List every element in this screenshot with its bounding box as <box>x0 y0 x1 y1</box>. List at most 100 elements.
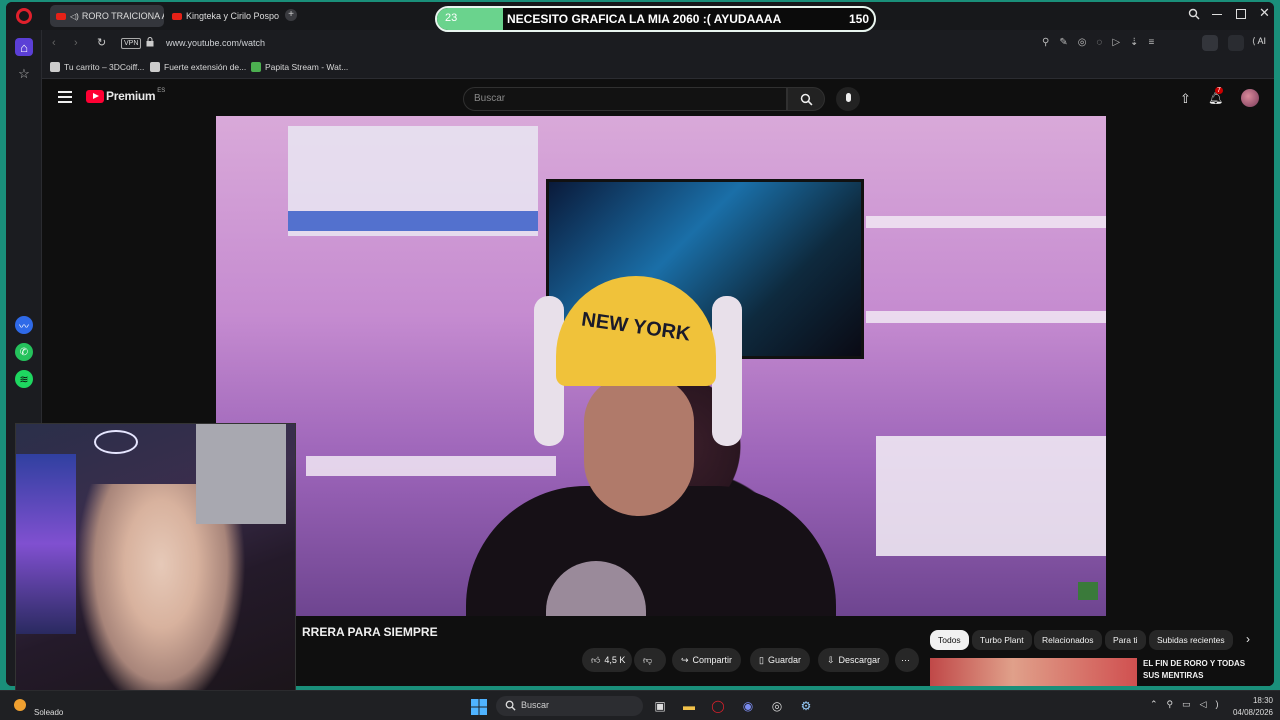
youtube-favicon-icon <box>56 12 66 20</box>
download-icon: ⇩ <box>827 654 835 665</box>
youtube-favicon-icon <box>172 12 182 20</box>
extensions-icon[interactable] <box>1228 35 1244 51</box>
video-scene-headphone <box>712 296 742 446</box>
thumbs-down-icon: 👎︎ <box>643 654 653 665</box>
chip-turbo-plant[interactable]: Turbo Plant <box>972 630 1032 650</box>
dislike-button[interactable]: 👎︎ <box>634 648 666 672</box>
bookmark-favicon-icon <box>150 62 160 72</box>
speaker-icon: ◁) <box>70 11 79 21</box>
video-player[interactable]: NEW YORK <box>216 116 1106 616</box>
goal-left-count: 23 <box>445 12 458 24</box>
clock-time[interactable]: 18:30 <box>1233 696 1273 705</box>
download-button[interactable]: ⇩ Descargar <box>818 648 890 672</box>
tab-kingteka[interactable]: Kingteka y Cirilo Pospo <box>166 5 284 27</box>
video-scene-cabinet <box>876 436 1106 556</box>
obs-icon[interactable]: ◎ <box>768 697 786 715</box>
bookmark-favicon-icon <box>50 62 60 72</box>
lock-icon <box>146 37 154 47</box>
clock-date[interactable]: 04/08/2026 <box>1225 708 1273 717</box>
chevron-right-icon[interactable]: › <box>1246 632 1250 646</box>
file-explorer-icon[interactable]: ▬ <box>680 697 698 715</box>
messenger-icon[interactable]: 〰 <box>15 316 33 334</box>
bookmark-item[interactable]: Fuerte extensión de... <box>150 62 246 72</box>
discord-icon[interactable]: ◉ <box>739 697 757 715</box>
spotify-icon[interactable]: ≋ <box>15 370 33 388</box>
taskbar-search-icon <box>505 700 517 712</box>
avatar[interactable] <box>1241 89 1259 107</box>
video-scene-shelf <box>306 456 556 476</box>
webcam-scene-flag <box>196 424 286 524</box>
youtube-header: Premium ES Buscar ⇧ 🔔︎ 7 <box>42 79 1274 119</box>
reload-icon[interactable]: ↻ <box>97 36 106 49</box>
tab-label: RORO TRAICIONA A P <box>81 11 164 21</box>
system-tray-icons[interactable]: ⌃⚲▭◁) <box>1150 699 1228 710</box>
more-icon: ⋯ <box>901 654 910 665</box>
goal-message: NECESITO GRAFICA LA MIA 2060 :( AYUDAAAA <box>507 12 782 26</box>
star-icon[interactable]: ☆ <box>15 65 33 83</box>
recommended-thumbnail[interactable] <box>930 658 1137 686</box>
video-title: RRERA PARA SIEMPRE <box>302 625 438 639</box>
recommended-title[interactable]: EL FIN DE RORO Y TODAS SUS MENTIRAS <box>1143 658 1263 682</box>
weather-icon[interactable] <box>14 699 26 711</box>
menu-icon[interactable] <box>58 91 72 103</box>
microphone-icon <box>846 93 851 102</box>
bookmark-icon: ▯ <box>759 654 764 665</box>
youtube-logo[interactable]: Premium ES <box>86 88 165 103</box>
close-icon[interactable]: ✕ <box>1259 5 1270 21</box>
tab-roro[interactable]: ◁) RORO TRAICIONA A P <box>50 5 164 27</box>
like-button[interactable]: 👍︎ 4,5 K <box>582 648 632 672</box>
search-icon <box>800 93 813 106</box>
minimize-icon[interactable] <box>1212 14 1222 15</box>
address-bar: ‹ › ↻ VPN www.youtube.com/watch ⚲✎◎◌▷⇣≡ … <box>42 30 1274 57</box>
maximize-icon[interactable] <box>1236 9 1246 19</box>
opera-logo-icon[interactable] <box>16 8 32 24</box>
weather-label[interactable]: Soleado <box>34 708 63 717</box>
youtube-play-icon <box>86 89 104 103</box>
task-view-icon[interactable]: ▣ <box>651 697 669 715</box>
stream-goal-overlay: 23 NECESITO GRAFICA LA MIA 2060 :( AYUDA… <box>435 6 876 32</box>
save-button[interactable]: ▯ Guardar <box>750 648 810 672</box>
channel-watermark-icon[interactable] <box>1078 582 1098 600</box>
browser-search-icon[interactable] <box>1188 8 1202 22</box>
bookmark-item[interactable]: Tu carrito – 3DCoiff... <box>50 62 144 72</box>
tab-label: Kingteka y Cirilo Pospo <box>186 11 280 21</box>
notification-count: 7 <box>1215 87 1223 94</box>
video-scene-banner <box>288 211 538 231</box>
windows-taskbar: Soleado Buscar ▣ ▬ ◯ ◉ ◎ ⚙ ⌃⚲▭◁) 18:30 0… <box>0 690 1280 720</box>
webcam-neon-planet-icon <box>94 430 138 454</box>
more-actions-button[interactable]: ⋯ <box>895 648 919 672</box>
video-scene-face <box>584 376 694 516</box>
chip-all[interactable]: Todos <box>930 630 969 650</box>
webcam-scene-shelf <box>16 454 76 634</box>
bookmark-item[interactable]: Papita Stream - Wat... <box>251 62 348 72</box>
upload-icon[interactable]: ⇧ <box>1180 91 1191 107</box>
taskbar-search-input[interactable]: Buscar <box>496 696 643 716</box>
search-input[interactable]: Buscar <box>463 87 787 111</box>
thumbs-up-icon: 👍︎ <box>591 654 601 665</box>
windows-start-icon[interactable] <box>471 699 487 715</box>
opera-taskbar-icon[interactable]: ◯ <box>709 697 727 715</box>
ai-button[interactable]: ⟨ AI <box>1252 36 1266 47</box>
url-field[interactable]: www.youtube.com/watch <box>166 38 265 48</box>
chip-recent-uploads[interactable]: Subidas recientes <box>1149 630 1233 650</box>
settings-icon[interactable]: ⚙ <box>797 697 815 715</box>
goal-right-count: 150 <box>849 12 870 26</box>
voice-search-button[interactable] <box>836 87 860 111</box>
video-scene-shelf <box>866 311 1106 323</box>
new-tab-button[interactable]: + <box>285 9 297 21</box>
back-icon[interactable]: ‹ <box>52 37 56 49</box>
bookmarks-bar: Tu carrito – 3DCoiff... Fuerte extensión… <box>42 57 1274 79</box>
chip-related[interactable]: Relacionados <box>1034 630 1102 650</box>
video-scene-shelf <box>866 216 1106 228</box>
share-button[interactable]: ↪ Compartir <box>672 648 742 672</box>
chip-for-you[interactable]: Para ti <box>1105 630 1146 650</box>
vpn-badge[interactable]: VPN <box>121 38 142 49</box>
toolbar-icons[interactable]: ⚲✎◎◌▷⇣≡ <box>1042 37 1164 48</box>
whatsapp-icon[interactable]: ✆ <box>15 343 33 361</box>
search-button[interactable] <box>787 87 825 111</box>
home-icon[interactable]: ⌂ <box>15 38 33 56</box>
share-icon: ↪ <box>681 654 689 665</box>
forward-icon[interactable]: › <box>74 37 78 49</box>
streamer-webcam <box>15 423 296 709</box>
profile-icon[interactable] <box>1202 35 1218 51</box>
